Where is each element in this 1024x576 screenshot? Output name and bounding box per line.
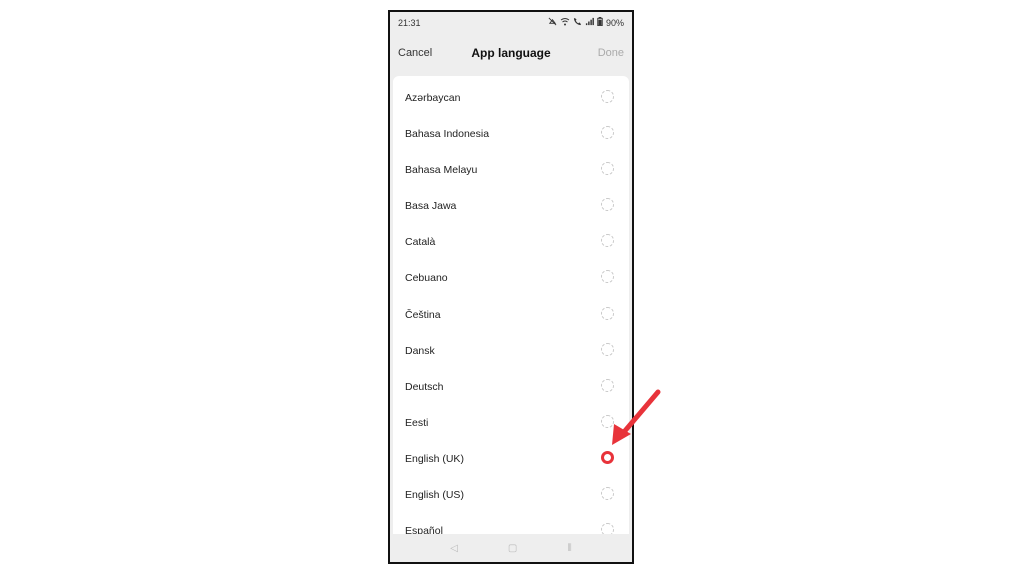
home-icon[interactable]: ▢ [508, 543, 517, 554]
status-time: 21:31 [398, 18, 421, 28]
radio-unselected-icon[interactable] [601, 342, 614, 356]
radio-unselected-icon[interactable] [601, 198, 614, 212]
language-option[interactable]: Català [393, 220, 629, 256]
language-label: Bahasa Melayu [405, 164, 478, 177]
mute-icon [548, 17, 557, 28]
language-label: Cebuano [405, 272, 448, 285]
cancel-button[interactable]: Cancel [398, 47, 432, 59]
signal-icon [585, 17, 594, 28]
language-label: English (US) [405, 489, 464, 502]
language-option[interactable]: Basa Jawa [393, 184, 629, 220]
radio-unselected-icon[interactable] [601, 90, 614, 103]
language-option[interactable]: Bahasa Indonesia [393, 112, 629, 148]
language-option[interactable]: Čeština [393, 293, 629, 329]
radio-unselected-icon[interactable] [601, 414, 614, 428]
language-label: Deutsch [405, 380, 444, 393]
language-label: Čeština [405, 308, 441, 321]
radio-unselected-icon[interactable] [601, 270, 614, 284]
language-option[interactable]: English (US) [393, 473, 629, 509]
language-label: Basa Jawa [405, 200, 457, 213]
language-option[interactable]: Eesti [393, 401, 629, 437]
done-button[interactable]: Done [598, 47, 624, 59]
language-label: English (UK) [405, 452, 464, 465]
call-icon [573, 17, 582, 28]
language-label: Azərbaycan [405, 92, 461, 104]
recents-icon[interactable]: ⦀ [567, 543, 571, 554]
radio-unselected-icon[interactable] [601, 126, 614, 140]
language-label: Eesti [405, 416, 429, 429]
wifi-icon [560, 17, 570, 28]
radio-unselected-icon[interactable] [601, 523, 614, 534]
back-icon[interactable]: ◁ [450, 543, 458, 554]
language-option[interactable]: Español [393, 509, 629, 534]
language-option[interactable]: Azərbaycan [393, 76, 629, 112]
battery-percent: 90% [605, 17, 624, 28]
language-label: Español [405, 525, 443, 534]
language-option[interactable]: Cebuano [393, 256, 629, 292]
radio-unselected-icon[interactable] [601, 487, 614, 501]
language-option[interactable]: Dansk [393, 329, 629, 365]
language-label: Dansk [405, 344, 435, 357]
radio-unselected-icon[interactable] [601, 306, 614, 320]
radio-unselected-icon[interactable] [601, 162, 614, 176]
language-list[interactable]: Azərbaycan Bahasa Indonesia Bahasa Melayu B… [393, 76, 629, 534]
language-label: Bahasa Indonesia [405, 128, 490, 141]
radio-unselected-icon[interactable] [601, 234, 614, 248]
status-bar: 21:31 90% [390, 12, 632, 34]
radio-unselected-icon[interactable] [601, 378, 614, 392]
status-icons: 90% [548, 17, 624, 28]
language-option[interactable]: Deutsch [393, 365, 629, 401]
language-label: Català [405, 236, 436, 249]
system-nav-bar: ◁ ▢ ⦀ [390, 534, 632, 562]
phone-frame: 21:31 90% Cancel App language Done Azərb… [388, 10, 634, 564]
radio-selected-icon[interactable] [601, 450, 614, 464]
language-option[interactable]: English (UK) [393, 437, 629, 473]
language-option[interactable]: Bahasa Melayu [393, 148, 629, 184]
battery-icon [597, 17, 603, 28]
